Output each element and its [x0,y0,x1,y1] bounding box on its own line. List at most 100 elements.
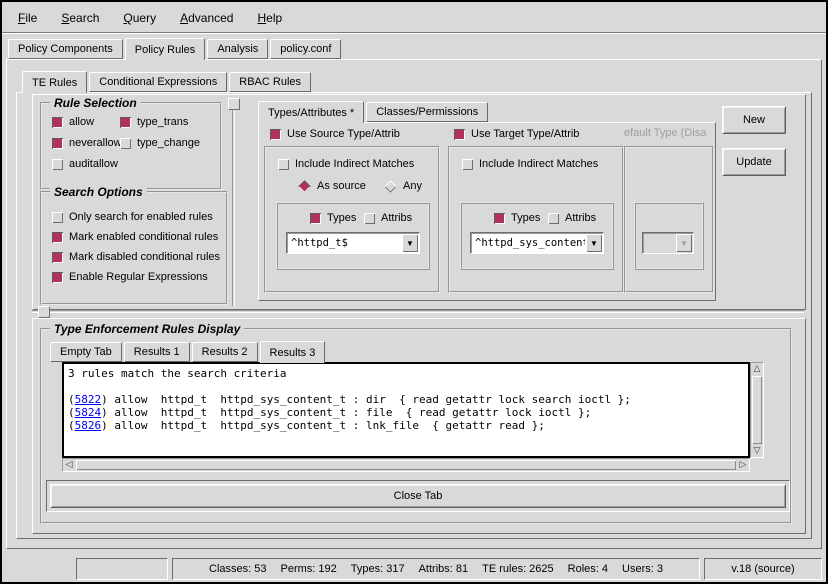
source-type-combobox[interactable]: ^httpd_t$ ▼ [286,232,420,254]
dropdown-arrow-icon[interactable]: ▼ [586,234,602,252]
results-tab-bar: Empty Tab Results 1 Results 2 Results 3 [50,340,327,362]
checkbox-type-change[interactable]: type_change [120,137,200,149]
menu-query[interactable]: Query [119,9,160,27]
status-te-rules: TE rules: 2625 [482,563,554,575]
source-types-frame: Types Attribs ^httpd_t$ ▼ [276,202,430,270]
menu-bar: File Search Query Advanced Help [2,2,828,34]
radio-any[interactable]: Any [384,180,422,192]
scroll-left-icon[interactable]: ◁ [63,459,75,471]
close-tab-frame: Close Tab [46,480,790,512]
scroll-up-icon[interactable]: △ [751,363,763,375]
dropdown-arrow-icon[interactable]: ▼ [402,234,418,252]
rule-row: (5826) allow httpd_t httpd_sys_content_t… [68,419,744,432]
menu-advanced[interactable]: Advanced [176,9,237,27]
te-display-title: Type Enforcement Rules Display [50,322,244,336]
tab-policy-conf[interactable]: policy.conf [270,39,341,59]
checkbox-indicator-icon [120,138,131,149]
tab-results-3[interactable]: Results 3 [260,341,326,363]
vertical-scroll-thumb[interactable] [752,376,762,444]
tab-conditional-expressions[interactable]: Conditional Expressions [89,72,227,92]
checkbox-indicator-icon [52,138,63,149]
checkbox-auditallow[interactable]: auditallow [52,158,118,170]
vertical-sash[interactable] [232,98,235,306]
checkbox-source-indirect[interactable]: Include Indirect Matches [278,158,414,170]
main-tab-bar: Policy Components Policy Rules Analysis … [8,38,343,59]
checkbox-indicator-icon [52,212,63,223]
radio-as-source[interactable]: As source [298,180,366,192]
results-text-area[interactable]: 3 rules match the search criteria (5822)… [62,362,750,458]
menu-help[interactable]: Help [253,9,286,27]
radio-indicator-icon [384,180,397,193]
update-button[interactable]: Update [722,148,786,176]
te-tab-bar: TE Rules Conditional Expressions RBAC Ru… [22,71,313,92]
checkbox-only-enabled-rules[interactable]: Only search for enabled rules [52,211,213,223]
new-button[interactable]: New [722,106,786,134]
rule-link-5826[interactable]: 5826 [75,419,102,432]
tab-analysis[interactable]: Analysis [207,39,268,59]
vertical-sash-handle[interactable] [228,98,240,110]
checkbox-target-types[interactable]: Types [494,212,540,224]
status-roles: Roles: 4 [568,563,608,575]
menu-file[interactable]: File [14,9,41,27]
checkbox-mark-enabled-conditional[interactable]: Mark enabled conditional rules [52,231,218,243]
checkbox-indicator-icon [52,232,63,243]
default-type-combobox: ▼ [642,232,694,254]
checkbox-target-attribs[interactable]: Attribs [548,212,596,224]
checkbox-source-types[interactable]: Types [310,212,356,224]
rule-link-5822[interactable]: 5822 [75,393,102,406]
checkbox-allow[interactable]: allow [52,116,94,128]
results-blank-line [68,380,744,393]
tab-types-attributes[interactable]: Types/Attributes * [258,101,364,123]
radio-indicator-icon [298,180,311,193]
results-vertical-scrollbar[interactable]: △ ▽ [750,362,764,458]
checkbox-mark-disabled-conditional[interactable]: Mark disabled conditional rules [52,251,220,263]
rule-selection-title: Rule Selection [50,96,141,110]
checkbox-use-source-type[interactable]: Use Source Type/Attrib [270,128,400,140]
status-types: Types: 317 [351,563,405,575]
dropdown-arrow-icon: ▼ [676,234,692,252]
target-types-frame: Types Attribs ^httpd_sys_content_t$ ▼ [460,202,614,270]
tab-results-2[interactable]: Results 2 [192,342,258,362]
tab-policy-components[interactable]: Policy Components [8,39,123,59]
rule-link-5824[interactable]: 5824 [75,406,102,419]
checkbox-target-indirect[interactable]: Include Indirect Matches [462,158,598,170]
horizontal-scroll-thumb[interactable] [76,460,736,470]
checkbox-indicator-icon [454,129,465,140]
status-version-box: v.18 (source) [704,558,822,580]
tab-policy-rules[interactable]: Policy Rules [125,38,206,60]
tab-te-rules[interactable]: TE Rules [22,71,87,93]
menu-search[interactable]: Search [57,9,103,27]
default-type-inner-frame: ▼ [634,202,704,270]
checkbox-use-target-type[interactable]: Use Target Type/Attrib [454,128,579,140]
checkbox-indicator-icon [120,117,131,128]
checkbox-source-attribs[interactable]: Attribs [364,212,412,224]
tab-rbac-rules[interactable]: RBAC Rules [229,72,311,92]
horizontal-sash[interactable] [32,310,804,313]
tab-empty-tab[interactable]: Empty Tab [50,342,122,362]
scroll-down-icon[interactable]: ▽ [751,445,763,457]
rule-row: (5822) allow httpd_t httpd_sys_content_t… [68,393,744,406]
search-options-title: Search Options [50,185,147,199]
source-type-frame: Include Indirect Matches As source Any T… [264,146,440,293]
checkbox-indicator-icon [494,213,505,224]
checkbox-indicator-icon [310,213,321,224]
checkbox-indicator-icon [270,129,281,140]
close-tab-button[interactable]: Close Tab [50,484,786,508]
tab-results-1[interactable]: Results 1 [124,342,190,362]
results-horizontal-scrollbar[interactable]: ◁ ▷ [62,458,750,472]
status-stats-box: Classes: 53 Perms: 192 Types: 317 Attrib… [172,558,700,580]
checkbox-type-trans[interactable]: type_trans [120,116,188,128]
horizontal-sash-handle[interactable] [38,306,50,318]
checkbox-indicator-icon [52,272,63,283]
status-users: Users: 3 [622,563,663,575]
checkbox-indicator-icon [52,117,63,128]
target-type-combobox[interactable]: ^httpd_sys_content_t$ ▼ [470,232,604,254]
checkbox-indicator-icon [364,213,375,224]
default-type-label: efault Type (Disa [624,127,710,139]
checkbox-indicator-icon [548,213,559,224]
scroll-right-icon[interactable]: ▷ [737,459,749,471]
tab-classes-permissions[interactable]: Classes/Permissions [366,102,488,122]
checkbox-neverallow[interactable]: neverallow [52,137,122,149]
types-tab-bar: Types/Attributes * Classes/Permissions [258,101,490,122]
checkbox-enable-regex[interactable]: Enable Regular Expressions [52,271,208,283]
